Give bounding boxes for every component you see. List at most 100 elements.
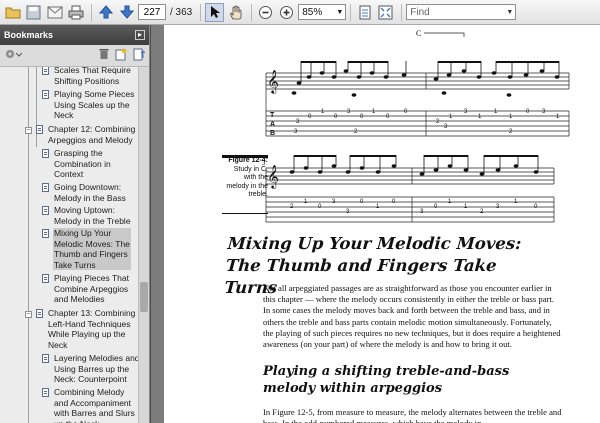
svg-text:3: 3 <box>296 119 300 125</box>
figure-caption-text: Study in C, with the melody in the trebl… <box>226 165 268 199</box>
zoom-in-icon[interactable] <box>277 3 296 22</box>
document-page: 𝄞 𝄞 T A B 3 0 1 0 3 0 1 0 0 2 1 3 1 1 1 … <box>164 25 600 423</box>
bookmark-page-icon <box>42 206 49 215</box>
body-paragraph: Not all arpeggiated passages are as stra… <box>263 283 561 350</box>
next-page-icon[interactable] <box>117 3 136 22</box>
bookmarks-tree: Scales That Require Shifting Positions P… <box>0 67 139 423</box>
bookmark-item[interactable]: Combining Melody and Accompaniment with … <box>42 387 138 423</box>
svg-text:T: T <box>270 112 275 119</box>
body-paragraph: In Figure 12-5, from measure to measure,… <box>263 407 562 423</box>
svg-text:1: 1 <box>509 114 513 120</box>
bookmark-page-icon <box>42 229 49 238</box>
bookmark-label: Playing Some Pieces Using Scales up the … <box>54 89 135 120</box>
bookmark-label: Going Downtown: Melody in the Bass <box>54 182 126 203</box>
bookmark-item-selected[interactable]: Mixing Up Your Melodic Moves: The Thumb … <box>42 228 138 270</box>
select-tool-icon[interactable] <box>205 2 225 22</box>
find-input[interactable]: Find ▼ <box>406 4 517 20</box>
bookmark-label: Chapter 12: Combining Arpeggios and Melo… <box>48 124 136 145</box>
bookmark-page-icon <box>42 149 49 158</box>
hand-tool-icon[interactable] <box>226 3 245 22</box>
svg-text:0: 0 <box>526 109 530 115</box>
svg-text:1: 1 <box>449 114 453 120</box>
bookmarks-toolbar <box>0 45 149 67</box>
svg-text:0: 0 <box>360 114 364 120</box>
bookmark-label: Moving Uptown: Melody in the Treble <box>54 205 131 226</box>
previous-page-icon[interactable] <box>96 3 115 22</box>
bookmark-item[interactable]: Layering Melodies and Using Barres up th… <box>42 353 139 385</box>
svg-text:3: 3 <box>444 124 448 130</box>
expand-bookmark-icon[interactable] <box>133 48 146 64</box>
bookmarks-header: Bookmarks ▸ <box>0 25 149 45</box>
svg-text:B: B <box>270 130 275 137</box>
svg-text:3: 3 <box>542 109 546 115</box>
bookmark-item[interactable]: Scales That Require Shifting Positions <box>42 67 138 86</box>
bookmark-page-icon <box>42 388 49 397</box>
subsection-heading: Playing a shifting treble-and-bass melod… <box>263 364 510 396</box>
bookmark-label: Chapter 13: Combining Left-Hand Techniqu… <box>48 308 136 350</box>
find-placeholder: Find <box>410 6 430 18</box>
chevron-down-icon: ▼ <box>336 8 344 16</box>
svg-text:0: 0 <box>404 109 408 115</box>
bookmark-item[interactable]: Playing Pieces That Combine Arpeggios an… <box>42 273 138 305</box>
bookmarks-scrollbar[interactable] <box>138 67 149 423</box>
bookmark-page-icon <box>36 309 43 318</box>
bookmark-page-icon <box>42 183 49 192</box>
svg-text:2: 2 <box>354 129 358 135</box>
save-icon[interactable] <box>24 3 43 22</box>
bookmark-item[interactable]: Grasping the Combination in Context <box>42 148 138 180</box>
page-number-input[interactable] <box>138 4 166 20</box>
bookmark-item[interactable]: Chapter 12: Combining Arpeggios and Melo… <box>36 124 138 145</box>
svg-text:1: 1 <box>372 109 376 115</box>
figure-caption-rule-bottom <box>222 213 268 214</box>
tree-guide-line <box>28 67 29 423</box>
zoom-value: 85% <box>302 6 323 18</box>
svg-text:1: 1 <box>494 109 498 115</box>
svg-text:3: 3 <box>464 109 468 115</box>
collapse-toggle[interactable]: − <box>25 311 32 318</box>
scrollbar-thumb[interactable] <box>140 282 148 312</box>
bookmark-item[interactable]: Playing Some Pieces Using Scales up the … <box>42 89 138 121</box>
svg-text:3: 3 <box>347 109 351 115</box>
delete-bookmark-icon[interactable] <box>99 48 109 63</box>
full-screen-icon[interactable] <box>376 3 395 22</box>
fit-page-icon[interactable] <box>355 3 374 22</box>
zoom-select[interactable]: 85% ▼ <box>298 4 347 20</box>
open-icon[interactable] <box>3 3 22 22</box>
panel-options-icon[interactable]: ▸ <box>135 30 145 40</box>
options-gear-icon[interactable] <box>4 48 23 63</box>
new-bookmark-icon[interactable] <box>115 47 127 64</box>
svg-text:0: 0 <box>334 114 338 120</box>
svg-text:0: 0 <box>386 114 390 120</box>
document-view[interactable]: 𝄞 𝄞 T A B 3 0 1 0 3 0 1 0 0 2 1 3 1 1 1 … <box>151 25 600 423</box>
bookmark-page-icon <box>36 125 43 134</box>
toolbar-separator <box>350 3 352 21</box>
figure-label: Figure 12-4: <box>228 157 268 164</box>
toolbar-separator <box>200 3 202 21</box>
svg-text:3: 3 <box>294 129 298 135</box>
bookmark-label: Combining Melody and Accompaniment with … <box>54 387 135 423</box>
email-icon[interactable] <box>45 3 64 22</box>
collapse-toggle[interactable]: − <box>25 127 32 134</box>
bookmark-label: Grasping the Combination in Context <box>54 148 111 179</box>
toolbar-separator <box>401 3 403 21</box>
toolbar-separator <box>251 3 253 21</box>
bookmark-item[interactable]: Chapter 13: Combining Left-Hand Techniqu… <box>36 308 138 350</box>
bookmark-label: Playing Pieces That Combine Arpeggios an… <box>54 273 129 304</box>
find-dropdown-icon[interactable]: ▼ <box>506 9 513 16</box>
svg-text:1: 1 <box>478 114 482 120</box>
bookmark-item[interactable]: Going Downtown: Melody in the Bass <box>42 182 138 203</box>
page-total: / 363 <box>170 6 193 18</box>
print-icon[interactable] <box>66 3 85 22</box>
toolbar: / 363 85% ▼ Find ▼ <box>0 0 600 25</box>
bookmark-page-icon <box>42 67 49 75</box>
svg-text:0: 0 <box>308 114 312 120</box>
bookmarks-title: Bookmarks <box>4 30 54 40</box>
svg-text:𝄞: 𝄞 <box>267 164 279 189</box>
svg-text:2: 2 <box>509 129 513 135</box>
toolbar-separator <box>91 3 92 21</box>
bookmarks-panel: Bookmarks ▸ Scales That Require Shifting… <box>0 25 150 423</box>
bookmark-label: Scales That Require Shifting Positions <box>54 67 131 86</box>
svg-text:A: A <box>270 121 275 128</box>
zoom-out-icon[interactable] <box>256 3 275 22</box>
bookmark-item[interactable]: Moving Uptown: Melody in the Treble <box>42 205 138 226</box>
